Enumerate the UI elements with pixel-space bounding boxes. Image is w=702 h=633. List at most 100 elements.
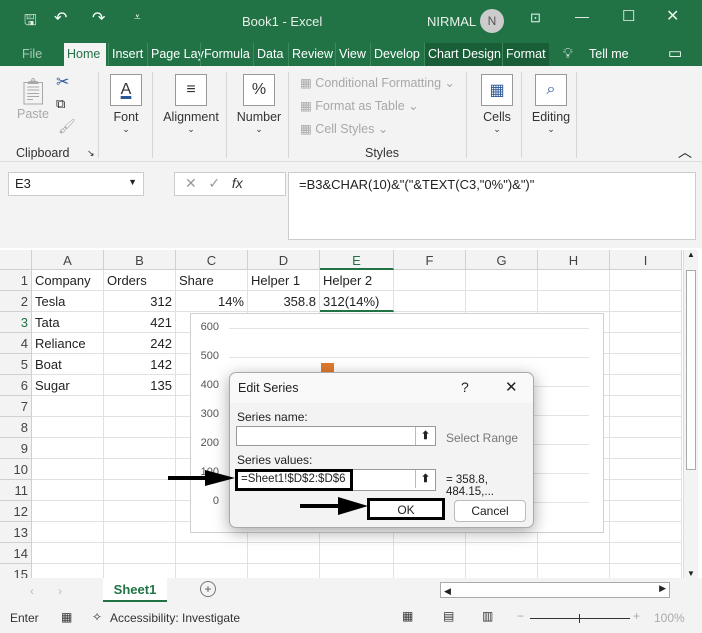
collapse-ribbon-icon[interactable]: ︿ [678, 142, 692, 162]
tab-view[interactable]: View [335, 43, 369, 66]
cell[interactable] [610, 291, 682, 312]
tab-formulas[interactable]: Formula [200, 43, 253, 66]
cell[interactable] [320, 543, 394, 564]
collapse-dialog-icon[interactable]: ⬆ [415, 470, 435, 488]
tab-page-layout[interactable]: Page Lay [147, 43, 207, 66]
series-name-input[interactable]: ⬆ [236, 426, 436, 446]
number-button[interactable]: % Number ⌄ [232, 74, 286, 135]
cell[interactable] [610, 354, 682, 375]
cell[interactable] [610, 312, 682, 333]
cell[interactable] [466, 564, 538, 578]
cells-button[interactable]: ▦ Cells ⌄ [476, 74, 518, 135]
font-button[interactable]: A Font ⌄ [104, 74, 148, 135]
cell[interactable] [32, 417, 104, 438]
column-header[interactable]: G [466, 250, 538, 270]
cell[interactable]: 135 [104, 375, 176, 396]
cancel-icon[interactable]: ✕ [185, 175, 197, 191]
ribbon-display-icon[interactable]: ⊡ [530, 10, 541, 26]
cell[interactable]: Reliance [32, 333, 104, 354]
prev-sheet-icon[interactable]: ‹ [30, 584, 34, 598]
cell[interactable] [610, 459, 682, 480]
dialog-launcher-icon[interactable]: ↘ [87, 148, 95, 159]
page-break-icon[interactable]: ▥ [482, 609, 493, 623]
cell[interactable]: 421 [104, 312, 176, 333]
save-icon[interactable]: 🖫 [24, 10, 37, 35]
name-box[interactable]: E3 ▼ [8, 172, 144, 196]
normal-view-icon[interactable]: ▦ [402, 609, 413, 623]
cell[interactable] [32, 459, 104, 480]
cell[interactable]: 358.8 [248, 291, 320, 312]
customize-qat-icon[interactable]: ⩡ [134, 10, 141, 25]
cut-icon[interactable]: ✂ [56, 72, 69, 92]
zoom-in-icon[interactable]: + [633, 609, 640, 623]
cell[interactable] [610, 270, 682, 291]
cell[interactable] [610, 480, 682, 501]
cell[interactable] [610, 333, 682, 354]
cell[interactable] [32, 480, 104, 501]
cell[interactable] [104, 564, 176, 578]
formula-input[interactable]: =B3&CHAR(10)&"("&TEXT(C3,"0%")&")" [288, 172, 696, 240]
tab-developer[interactable]: Develop [370, 43, 423, 66]
tab-format[interactable]: Format [502, 43, 549, 66]
row-header[interactable]: 14 [0, 543, 32, 564]
cell[interactable]: Tesla [32, 291, 104, 312]
cell[interactable]: 312(14%) [320, 291, 394, 312]
cell[interactable] [394, 270, 466, 291]
cell[interactable] [248, 564, 320, 578]
minimize-icon[interactable]: — [575, 8, 589, 24]
format-painter-icon[interactable]: 🖌︎ [58, 118, 76, 135]
cell[interactable] [610, 375, 682, 396]
tab-review[interactable]: Review [288, 43, 336, 66]
cell[interactable] [32, 564, 104, 578]
row-header[interactable]: 3 [0, 312, 32, 333]
zoom-out-icon[interactable]: − [517, 609, 524, 623]
new-sheet-icon[interactable]: + [200, 581, 216, 597]
row-header[interactable]: 7 [0, 396, 32, 417]
cell[interactable] [538, 270, 610, 291]
help-button[interactable]: ? [461, 379, 469, 395]
cell[interactable] [538, 291, 610, 312]
cell[interactable]: Helper 1 [248, 270, 320, 291]
cell[interactable]: 142 [104, 354, 176, 375]
enter-icon[interactable]: ✓ [208, 175, 220, 191]
cell[interactable] [538, 564, 610, 578]
row-header[interactable]: 4 [0, 333, 32, 354]
maximize-icon[interactable]: ☐ [622, 7, 635, 25]
tab-data[interactable]: Data [253, 43, 286, 66]
cell[interactable] [610, 396, 682, 417]
copy-icon[interactable]: ⧉ [56, 96, 65, 112]
column-header[interactable]: C [176, 250, 248, 270]
horizontal-scrollbar[interactable]: ◀ ▶ [440, 582, 670, 598]
macro-icon[interactable]: ▦ [61, 610, 72, 624]
cell[interactable] [32, 543, 104, 564]
cell[interactable]: 14% [176, 291, 248, 312]
format-as-table-button[interactable]: ▦ Format as Table ⌄ [300, 98, 419, 113]
tab-file[interactable]: File [19, 43, 45, 66]
sheet-tab-sheet1[interactable]: Sheet1 [103, 578, 167, 602]
select-all[interactable] [0, 250, 32, 270]
series-values-input[interactable]: =Sheet1!$D$2:$D$6 ⬆ [235, 469, 436, 491]
row-header[interactable]: 6 [0, 375, 32, 396]
tell-me[interactable]: Tell me [586, 43, 632, 66]
undo-icon[interactable]: ↶ [54, 8, 67, 28]
cell[interactable] [610, 438, 682, 459]
cell[interactable]: Sugar [32, 375, 104, 396]
column-header[interactable]: I [610, 250, 682, 270]
collapse-dialog-icon[interactable]: ⬆ [415, 427, 435, 445]
cell[interactable] [176, 564, 248, 578]
cell[interactable] [104, 417, 176, 438]
row-header[interactable]: 1 [0, 270, 32, 291]
row-header[interactable]: 2 [0, 291, 32, 312]
cell[interactable] [394, 543, 466, 564]
cell[interactable]: Orders [104, 270, 176, 291]
alignment-button[interactable]: ≡ Alignment ⌄ [156, 74, 226, 135]
row-header[interactable]: 11 [0, 480, 32, 501]
cell[interactable] [248, 543, 320, 564]
column-header[interactable]: A [32, 250, 104, 270]
dialog-close-icon[interactable]: ✕ [505, 378, 518, 396]
cell[interactable] [32, 522, 104, 543]
cell[interactable] [610, 564, 682, 578]
cell[interactable]: Tata [32, 312, 104, 333]
cell[interactable]: 242 [104, 333, 176, 354]
page-layout-icon[interactable]: ▤ [443, 609, 454, 623]
